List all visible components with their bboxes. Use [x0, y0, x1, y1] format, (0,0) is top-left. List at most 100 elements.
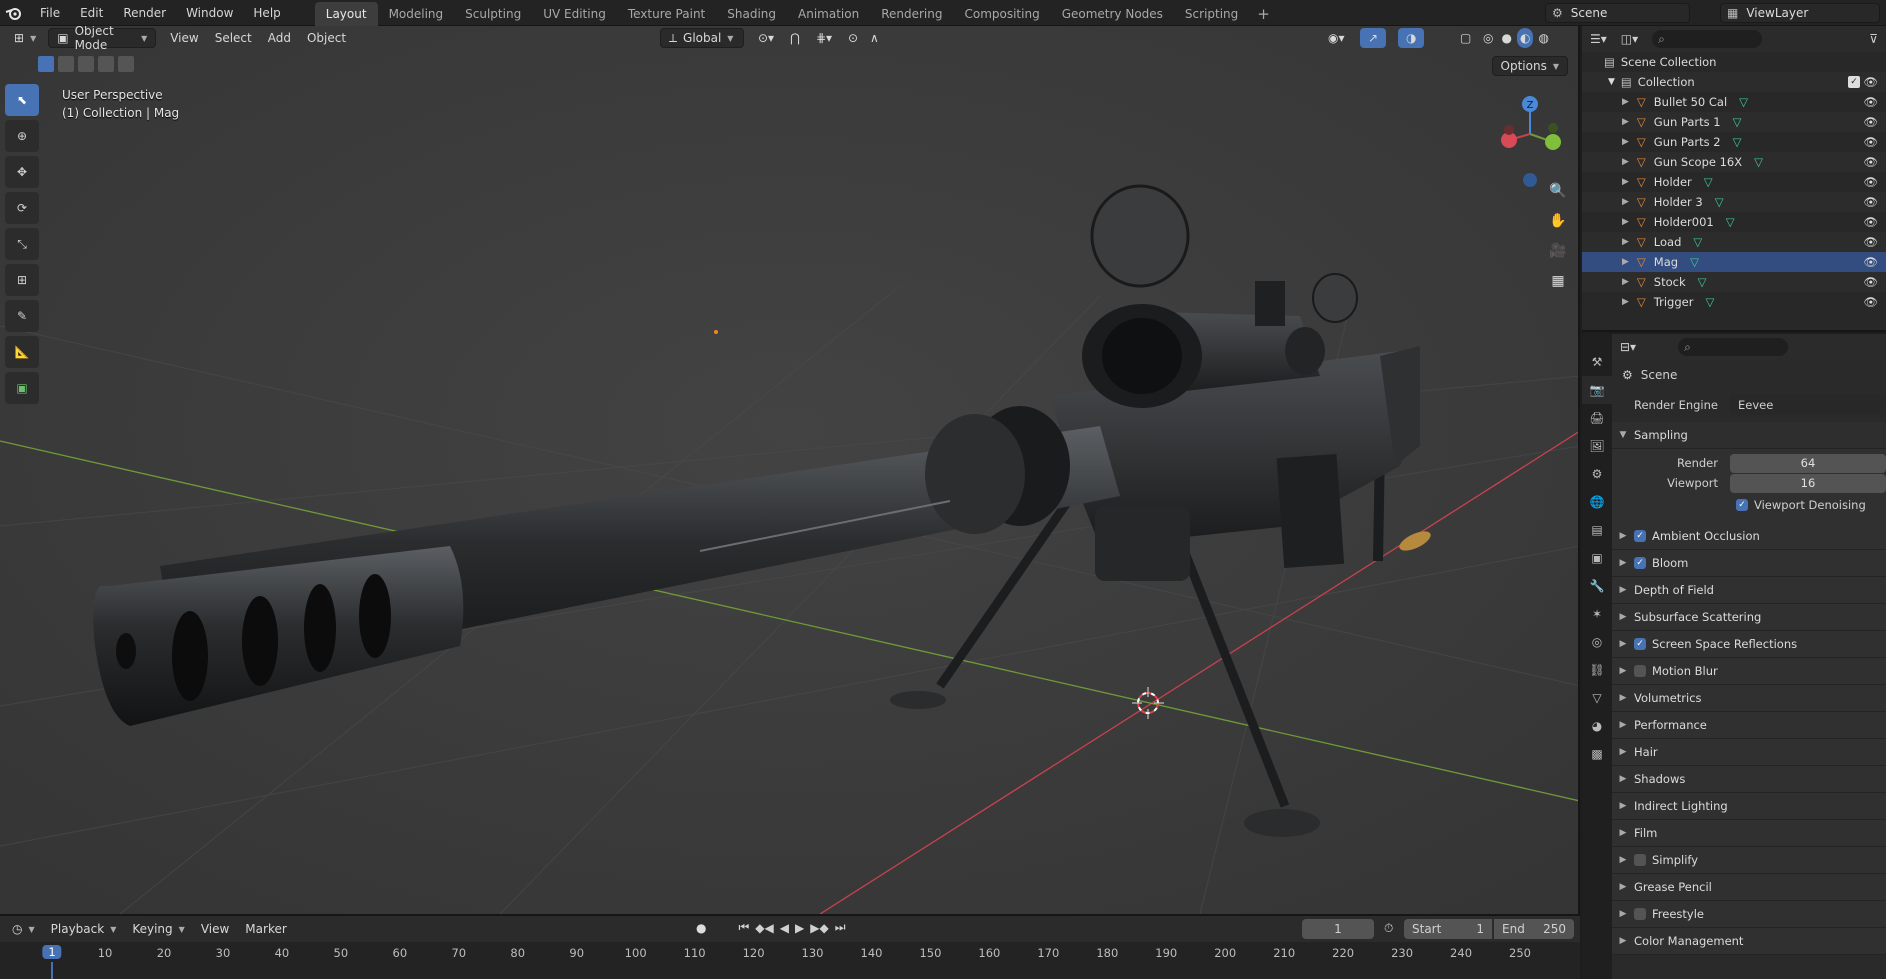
timeline-editor-button[interactable]: ◷ ▼ [4, 919, 43, 939]
blender-logo-icon[interactable] [0, 0, 26, 26]
falloff-button[interactable]: ∧ [862, 28, 887, 48]
next-keyframe-icon[interactable]: ▶◆ [810, 921, 828, 935]
outliner-item[interactable]: ▶ ▽ Holder 3 ▽ 👁 [1582, 192, 1886, 212]
collection-row[interactable]: ▼ ▤ Collection ✓ 👁 [1582, 72, 1886, 92]
scale-tool[interactable]: ⤡ [5, 228, 39, 260]
expand-arrow-icon[interactable]: ▶ [1622, 217, 1629, 227]
current-frame-marker[interactable]: 1 [42, 945, 62, 959]
menu-window[interactable]: Window [176, 0, 243, 26]
tab-compositing[interactable]: Compositing [953, 2, 1050, 26]
viewport-denoising-row[interactable]: ✓ Viewport Denoising [1612, 493, 1886, 517]
panel-header[interactable]: ▶ ✓ Ambient Occlusion [1612, 523, 1886, 550]
expand-arrow-icon[interactable]: ▼ [1608, 77, 1615, 87]
select-intersect-icon[interactable] [118, 56, 134, 72]
mesh-data-icon[interactable]: ▽ [1733, 135, 1742, 149]
menu-file[interactable]: File [30, 0, 70, 26]
tab-animation[interactable]: Animation [787, 2, 870, 26]
timeline-menu-marker[interactable]: Marker [237, 919, 294, 939]
tab-uv-editing[interactable]: UV Editing [532, 2, 617, 26]
panel-checkbox[interactable] [1634, 665, 1646, 677]
rotate-tool[interactable]: ⟳ [5, 192, 39, 224]
end-frame-field[interactable]: End 250 [1494, 919, 1574, 939]
xray-toggle[interactable]: ▢ [1452, 28, 1479, 48]
wireframe-shading-icon[interactable]: ◎ [1480, 28, 1496, 48]
timeline-menu-keying[interactable]: Keying ▼ [124, 919, 192, 939]
panel-checkbox[interactable]: ✓ [1634, 557, 1646, 569]
panel-header[interactable]: ▶ Motion Blur [1612, 658, 1886, 685]
panel-header[interactable]: ▶ ✓ Bloom [1612, 550, 1886, 577]
constraints-tab-icon[interactable]: ⛓ [1582, 656, 1612, 684]
eye-icon[interactable]: 👁 [1863, 115, 1878, 129]
panel-header[interactable]: ▶ Depth of Field [1612, 577, 1886, 604]
panel-header[interactable]: ▶ Color Management [1612, 928, 1886, 955]
mesh-data-icon[interactable]: ▽ [1739, 95, 1748, 109]
select-invert-icon[interactable] [98, 56, 114, 72]
panel-checkbox[interactable] [1634, 854, 1646, 866]
expand-arrow-icon[interactable]: ▶ [1622, 197, 1629, 207]
menu-help[interactable]: Help [243, 0, 290, 26]
scene-collection-row[interactable]: ▤ Scene Collection [1582, 52, 1886, 72]
mesh-data-icon[interactable]: ▽ [1704, 175, 1713, 189]
tab-scripting[interactable]: Scripting [1174, 2, 1249, 26]
expand-arrow-icon[interactable]: ▶ [1622, 137, 1629, 147]
exclude-checkbox[interactable]: ✓ [1848, 76, 1860, 88]
gizmo-toggle[interactable]: ↗ [1360, 28, 1387, 48]
properties-search-input[interactable]: ⌕ [1678, 338, 1789, 356]
current-frame-field[interactable]: 1 [1302, 919, 1374, 939]
rendered-shading-icon[interactable]: ◍ [1535, 28, 1551, 48]
snap-target-button[interactable]: ⋕▾ [808, 28, 840, 48]
render-samples-field[interactable]: 64 [1730, 453, 1886, 473]
select-box-tool[interactable]: ⬉ [5, 84, 39, 116]
annotate-tool[interactable]: ✎ [5, 300, 39, 332]
outliner-item[interactable]: ▶ ▽ Gun Parts 1 ▽ 👁 [1582, 112, 1886, 132]
viewport-denoising-checkbox[interactable]: ✓ [1736, 499, 1748, 511]
overlay-toggle[interactable]: ◑ [1398, 28, 1425, 48]
play-icon[interactable]: ▶ [795, 921, 804, 935]
3d-viewport[interactable]: ⊞ ▼ ▣ Object Mode ▼ View Select Add Object ⟂… [0, 26, 1580, 914]
eye-icon[interactable]: 👁 [1863, 255, 1878, 269]
world-tab-icon[interactable]: 🌐 [1582, 488, 1612, 516]
expand-arrow-icon[interactable]: ▶ [1622, 97, 1629, 107]
jump-start-icon[interactable]: ⏮ [738, 920, 749, 935]
viewport-menu-view[interactable]: View [162, 28, 206, 48]
panel-header[interactable]: ▶ Subsurface Scattering [1612, 604, 1886, 631]
mesh-data-icon[interactable]: ▽ [1690, 255, 1699, 269]
expand-arrow-icon[interactable]: ▶ [1622, 297, 1629, 307]
eye-icon[interactable]: 👁 [1863, 195, 1878, 209]
physics-tab-icon[interactable]: ◎ [1582, 628, 1612, 656]
add-cube-tool[interactable]: ▣ [5, 372, 39, 404]
play-reverse-icon[interactable]: ◀ [780, 921, 789, 935]
tab-sculpting[interactable]: Sculpting [454, 2, 532, 26]
panel-header[interactable]: ▶ Indirect Lighting [1612, 793, 1886, 820]
expand-arrow-icon[interactable]: ▶ [1622, 117, 1629, 127]
stopwatch-icon[interactable]: ⏱ [1384, 921, 1393, 936]
eye-icon[interactable]: 👁 [1863, 295, 1878, 309]
menu-edit[interactable]: Edit [70, 0, 113, 26]
output-tab-icon[interactable]: 🖨 [1582, 404, 1612, 432]
measure-tool[interactable]: 📐 [5, 336, 39, 368]
viewport-menu-add[interactable]: Add [260, 28, 299, 48]
sampling-panel-header[interactable]: ▼ Sampling [1612, 422, 1886, 449]
mesh-data-icon[interactable]: ▽ [1705, 295, 1714, 309]
outliner-item[interactable]: ▶ ▽ Bullet 50 Cal ▽ 👁 [1582, 92, 1886, 112]
menu-render[interactable]: Render [113, 0, 176, 26]
texture-tab-icon[interactable]: ▩ [1582, 740, 1612, 768]
panel-checkbox[interactable]: ✓ [1634, 638, 1646, 650]
panel-header[interactable]: ▶ Grease Pencil [1612, 874, 1886, 901]
panel-header[interactable]: ▶ Volumetrics [1612, 685, 1886, 712]
view-layer-tab-icon[interactable]: 🖼 [1582, 432, 1612, 460]
tab-shading[interactable]: Shading [716, 2, 787, 26]
expand-arrow-icon[interactable]: ▶ [1622, 277, 1629, 287]
eye-icon[interactable]: 👁 [1863, 155, 1878, 169]
ortho-toggle-button[interactable]: ▦ [1545, 268, 1571, 294]
outliner-editor-icon[interactable]: ☰▾ [1590, 32, 1607, 46]
viewport-menu-object[interactable]: Object [299, 28, 354, 48]
panel-checkbox[interactable] [1634, 908, 1646, 920]
mesh-data-icon[interactable]: ▽ [1726, 215, 1735, 229]
pan-button[interactable]: ✋ [1545, 208, 1571, 234]
move-tool[interactable]: ✥ [5, 156, 39, 188]
zoom-button[interactable]: 🔍 [1545, 178, 1571, 204]
options-dropdown[interactable]: Options ▼ [1491, 56, 1568, 76]
filter-icon[interactable]: ⊽ [1869, 32, 1878, 46]
panel-header[interactable]: ▶ Hair [1612, 739, 1886, 766]
